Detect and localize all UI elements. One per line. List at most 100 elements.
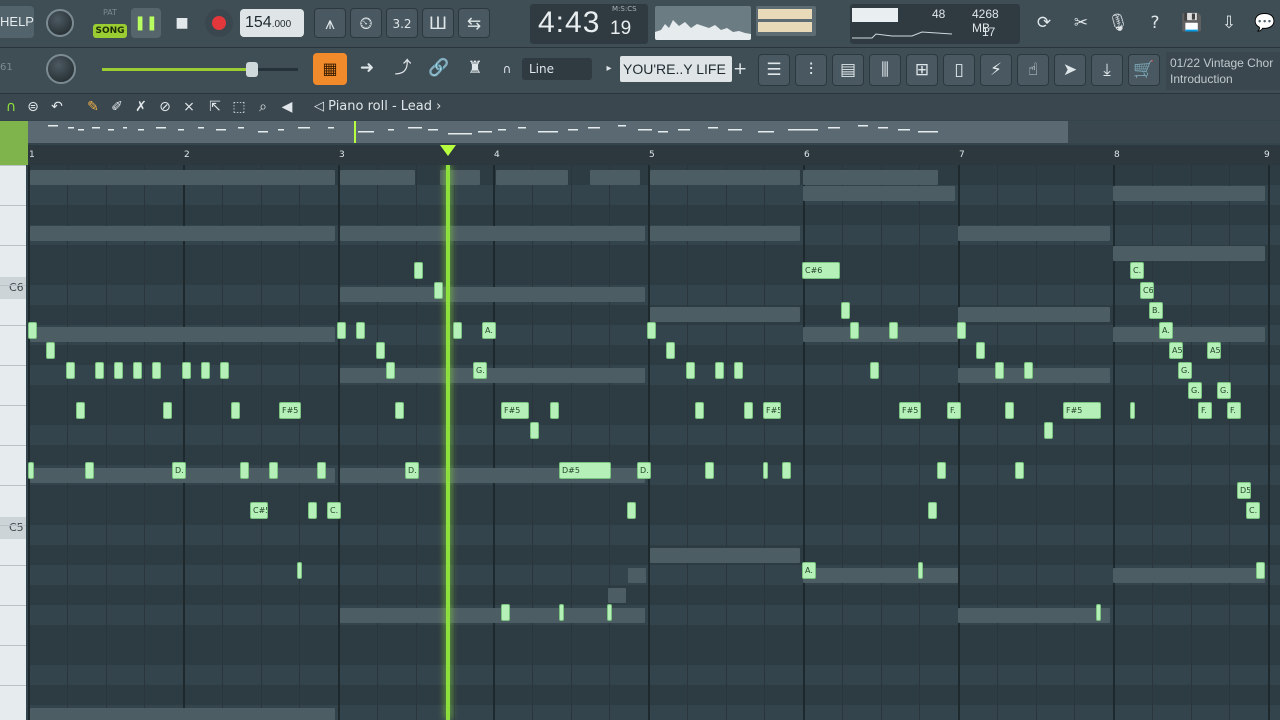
note[interactable] xyxy=(530,422,539,439)
note[interactable] xyxy=(1015,462,1024,479)
note[interactable]: G. xyxy=(473,362,487,379)
slice-icon[interactable]: ⨯ xyxy=(178,96,200,118)
microphone-icon[interactable]: 🎙 xyxy=(1103,8,1133,38)
delete-icon[interactable]: ✗ xyxy=(130,96,152,118)
note[interactable] xyxy=(841,302,850,319)
wait-for-input-icon[interactable]: ⏲ xyxy=(350,8,382,38)
note[interactable]: F#5 xyxy=(899,402,921,419)
note[interactable] xyxy=(744,402,753,419)
note[interactable] xyxy=(607,604,612,621)
note[interactable] xyxy=(453,322,462,339)
download-icon[interactable]: ⤓ xyxy=(1091,54,1123,86)
note[interactable]: C6 xyxy=(1140,282,1154,299)
note[interactable] xyxy=(976,342,985,359)
note[interactable]: A5 xyxy=(1207,342,1221,359)
note[interactable]: A. xyxy=(482,322,496,339)
note[interactable] xyxy=(1256,562,1265,579)
note[interactable] xyxy=(686,362,695,379)
note[interactable] xyxy=(240,462,249,479)
channel-rack-icon[interactable]: ⫶ xyxy=(795,54,827,86)
cart-icon[interactable]: 🛒 xyxy=(1128,54,1160,86)
playhead-line[interactable] xyxy=(446,165,450,720)
plugin-icon[interactable]: ⚡ xyxy=(980,54,1012,86)
stamp-icon[interactable]: ♜ xyxy=(460,53,490,85)
note[interactable] xyxy=(269,462,278,479)
note[interactable] xyxy=(28,322,37,339)
note[interactable] xyxy=(1096,604,1101,621)
note[interactable]: G. xyxy=(1188,382,1202,399)
note[interactable] xyxy=(782,462,791,479)
note[interactable] xyxy=(937,462,946,479)
note[interactable] xyxy=(889,322,898,339)
record-button[interactable] xyxy=(205,9,233,37)
note[interactable]: F#5 xyxy=(501,402,529,419)
menu-icon[interactable]: ⊜ xyxy=(22,96,44,118)
note[interactable] xyxy=(1024,362,1033,379)
speaker-icon[interactable]: ◀ xyxy=(276,96,298,118)
draw-tool-icon[interactable]: ⤴ xyxy=(388,53,418,85)
note[interactable] xyxy=(133,362,142,379)
note[interactable]: F. xyxy=(947,402,961,419)
note[interactable]: F#5 xyxy=(763,402,781,419)
note[interactable]: C#6 xyxy=(802,262,840,279)
master-volume-knob[interactable] xyxy=(46,9,74,37)
note[interactable] xyxy=(395,402,404,419)
note[interactable] xyxy=(705,462,714,479)
note[interactable]: B. xyxy=(1149,302,1163,319)
song-mode-button[interactable]: SONG xyxy=(93,24,127,38)
note[interactable]: F. xyxy=(1227,402,1241,419)
note[interactable]: C. xyxy=(1130,262,1144,279)
note[interactable] xyxy=(550,402,559,419)
mute-icon[interactable]: ⊘ xyxy=(154,96,176,118)
note[interactable]: G. xyxy=(1217,382,1231,399)
note[interactable]: F#5 xyxy=(1063,402,1101,419)
pattern-overview[interactable] xyxy=(28,121,1068,143)
note[interactable] xyxy=(85,462,94,479)
link-icon[interactable]: 🔗 xyxy=(424,53,454,85)
note[interactable]: A. xyxy=(1159,322,1173,339)
note[interactable]: D. xyxy=(637,462,651,479)
slip-icon[interactable]: ⇱ xyxy=(204,96,226,118)
master-pitch-slider-handle[interactable] xyxy=(246,62,258,77)
note[interactable] xyxy=(46,342,55,359)
piano-keyboard[interactable]: C6 C5 xyxy=(0,165,26,720)
note[interactable] xyxy=(376,342,385,359)
help-icon[interactable]: ? xyxy=(1140,8,1170,38)
note[interactable] xyxy=(95,362,104,379)
note[interactable] xyxy=(957,322,966,339)
playhead-marker[interactable] xyxy=(440,145,456,156)
tempo-display[interactable]: 154.000 xyxy=(240,9,304,37)
note[interactable]: G. xyxy=(1178,362,1192,379)
note[interactable] xyxy=(734,362,743,379)
note[interactable]: C. xyxy=(327,502,341,519)
arrow-right-icon[interactable]: ➜ xyxy=(352,53,382,85)
cpu-memory-panel[interactable]: 48 4268 MB 17 xyxy=(850,4,1020,44)
select-icon[interactable]: ⬚ xyxy=(228,96,250,118)
note[interactable] xyxy=(76,402,85,419)
countdown-icon[interactable]: 3.2 xyxy=(386,8,418,38)
mixer-icon[interactable]: ⫼ xyxy=(869,54,901,86)
note[interactable] xyxy=(559,604,564,621)
browser-icon[interactable]: ⊞ xyxy=(906,54,938,86)
note[interactable] xyxy=(163,402,172,419)
note[interactable]: F#5 xyxy=(279,402,301,419)
send-icon[interactable]: ➤ xyxy=(1054,54,1086,86)
render-icon[interactable]: ⇩ xyxy=(1214,8,1244,38)
note[interactable]: F. xyxy=(1198,402,1212,419)
piano-roll-title[interactable]: ◁ Piano roll - Lead › xyxy=(314,96,441,118)
refresh-icon[interactable]: ⟳ xyxy=(1029,8,1059,38)
velocity-toggle[interactable] xyxy=(0,121,28,165)
metronome-icon[interactable]: ⩚ xyxy=(314,8,346,38)
note[interactable] xyxy=(297,562,302,579)
help-menu[interactable]: HELP xyxy=(0,6,34,38)
note[interactable]: C#5 xyxy=(250,502,268,519)
note[interactable] xyxy=(763,462,768,479)
note[interactable] xyxy=(182,362,191,379)
note[interactable] xyxy=(715,362,724,379)
note[interactable] xyxy=(627,502,636,519)
note[interactable] xyxy=(501,604,510,621)
note-grid[interactable]: F#5 D. D. C#5 C. A. G. F#5 D#5 D. F#5 C#6 F#5 F. A. F#5… xyxy=(28,165,1280,720)
timeline-ruler[interactable]: 1 2 3 4 5 6 7 8 9 xyxy=(28,145,1280,165)
waveform-scope[interactable] xyxy=(655,6,751,40)
note[interactable] xyxy=(220,362,229,379)
